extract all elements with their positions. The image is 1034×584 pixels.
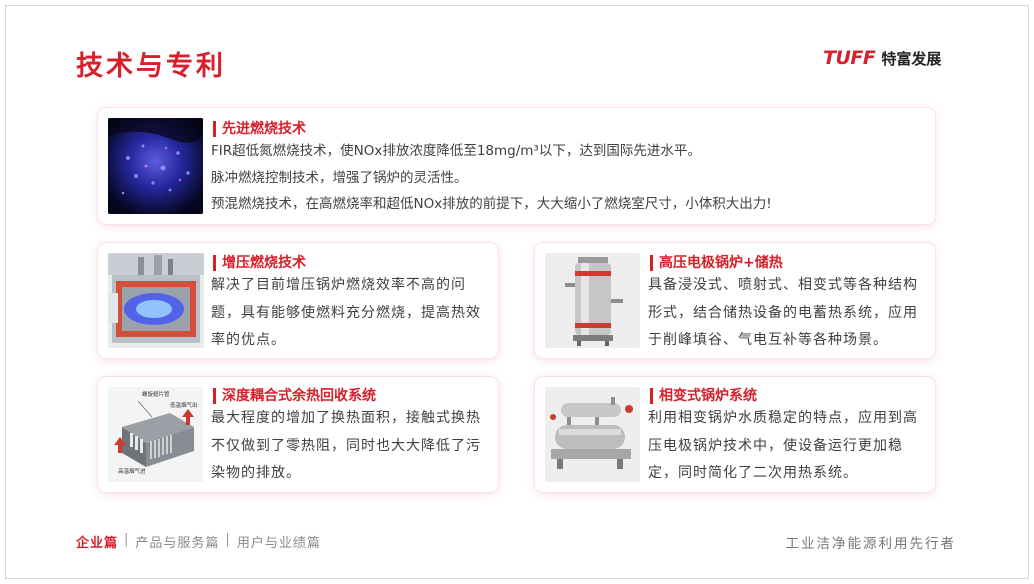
footer-nav-users[interactable]: 用户与业绩篇 — [237, 532, 321, 551]
blue-flame-image — [108, 118, 203, 214]
card-phase-change-boiler: 相变式锅炉系统 利用相变锅炉水质稳定的特点，应用到高压电极锅炉技术中，使设备运行… — [535, 377, 935, 492]
footer-separator: | — [225, 532, 231, 547]
footer-nav-products[interactable]: 产品与服务篇 — [135, 532, 219, 551]
card-heading: 先进燃烧技术 — [213, 120, 306, 138]
card-text: 解决了目前增压锅炉燃烧效率不高的问题，具有能够使燃料充分燃烧，提高热效率的优点。 — [211, 277, 481, 348]
page-title: 技术与专利 — [76, 51, 226, 82]
footer-slogan: 工业洁净能源利用先行者 — [785, 536, 956, 552]
label-high-temp-in: 高温烟气进 — [118, 467, 146, 475]
text-line: 脉冲燃烧控制技术，增强了锅炉的灵活性。 — [211, 169, 468, 186]
card-pressurized-combustion: 增压燃烧技术 解决了目前增压锅炉燃烧效率不高的问题，具有能够使燃料充分燃烧，提高… — [98, 243, 498, 358]
card-text: 最大程度的增加了换热面积，接触式换热不仅做到了零热阻，同时也大大降低了污染物的排… — [211, 410, 481, 481]
text-line: 预混燃烧技术，在高燃烧率和超低NOx排放的前提下，大大缩小了燃烧室尺寸，小体积大… — [211, 196, 772, 212]
footer-separator: | — [124, 532, 130, 547]
card-electrode-boiler: 高压电极锅炉+储热 具备浸没式、喷射式、相变式等各种结构形式，结合储热设备的电蓄… — [535, 243, 935, 358]
card-text: 具备浸没式、喷射式、相变式等各种结构形式，结合储热设备的电蓄热系统，应用于削峰填… — [648, 277, 918, 348]
label-low-temp-out: 低温烟气出 — [170, 401, 198, 409]
footer-nav: 企业篇 | 产品与服务篇 | 用户与业绩篇 — [76, 532, 321, 551]
card-advanced-combustion: 先进燃烧技术 FIR超低氮燃烧技术，使NOx排放浓度降低至18mg/m³以下，达… — [98, 108, 935, 224]
logo-mark: TUFF — [823, 47, 876, 69]
footer-nav-enterprise[interactable]: 企业篇 — [76, 532, 118, 551]
text-line: FIR超低氮燃烧技术，使NOx排放浓度降低至18mg/m³以下，达到国际先进水平… — [211, 143, 701, 159]
card-heading: 高压电极锅炉+储热 — [650, 254, 783, 272]
card-text: FIR超低氮燃烧技术，使NOx排放浓度降低至18mg/m³以下，达到国际先进水平… — [211, 138, 772, 218]
phase-change-boiler-image — [545, 387, 640, 482]
heat-recovery-diagram: 螺旋翅片管 低温烟气出 高温烟气进 — [108, 387, 203, 482]
card-heading: 相变式锅炉系统 — [650, 387, 757, 405]
card-text: 利用相变锅炉水质稳定的特点，应用到高压电极锅炉技术中，使设备运行更加稳定，同时简… — [648, 410, 918, 481]
label-spiral-fin-tube: 螺旋翅片管 — [142, 390, 170, 398]
card-heat-recovery: 螺旋翅片管 低温烟气出 高温烟气进 深度耦合式余热回收系统 最大程度的增加了换热… — [98, 377, 498, 492]
brand-logo: TUFF 特富发展 — [823, 46, 941, 70]
card-heading: 增压燃烧技术 — [213, 254, 306, 272]
pressurized-furnace-image — [108, 253, 204, 348]
card-heading: 深度耦合式余热回收系统 — [213, 387, 376, 405]
electrode-boiler-image — [545, 253, 640, 348]
logo-text: 特富发展 — [881, 49, 942, 68]
